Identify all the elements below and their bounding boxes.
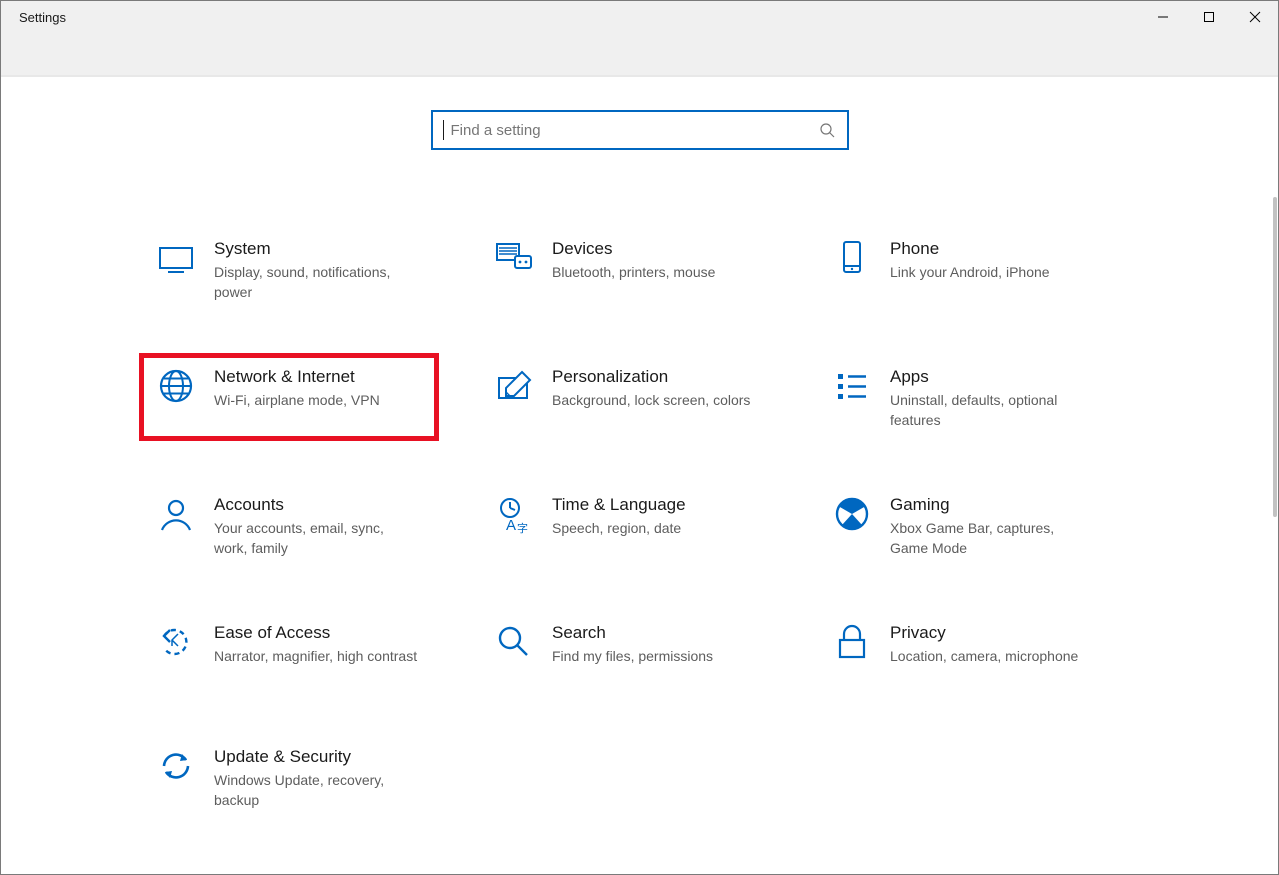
time-icon [492, 492, 536, 536]
tile-title: Apps [890, 366, 1095, 388]
window-controls [1140, 1, 1278, 33]
tile-desc: Your accounts, email, sync, work, family [214, 518, 419, 558]
tile-desc: Narrator, magnifier, high contrast [214, 646, 417, 666]
tile-desc: Display, sound, notifications, power [214, 262, 419, 302]
tile-desc: Bluetooth, printers, mouse [552, 262, 715, 282]
minimize-button[interactable] [1140, 1, 1186, 33]
tile-devices[interactable]: DevicesBluetooth, printers, mouse [477, 225, 777, 313]
maximize-icon [1203, 11, 1215, 23]
maximize-button[interactable] [1186, 1, 1232, 33]
tile-personalization[interactable]: PersonalizationBackground, lock screen, … [477, 353, 777, 441]
tile-title: Personalization [552, 366, 750, 388]
titlebar: Settings [1, 1, 1278, 77]
search-input[interactable] [449, 111, 817, 149]
tile-title: Update & Security [214, 746, 419, 768]
tile-desc: Link your Android, iPhone [890, 262, 1050, 282]
search-icon[interactable] [817, 122, 837, 138]
devices-icon [492, 236, 536, 280]
phone-icon [830, 236, 874, 280]
gaming-icon [830, 492, 874, 536]
tile-title: Phone [890, 238, 1050, 260]
close-icon [1249, 11, 1261, 23]
apps-icon [830, 364, 874, 408]
tile-title: Time & Language [552, 494, 686, 516]
tile-system[interactable]: SystemDisplay, sound, notifications, pow… [139, 225, 439, 313]
text-caret [443, 120, 444, 140]
tile-title: System [214, 238, 419, 260]
tile-title: Accounts [214, 494, 419, 516]
categories-grid: SystemDisplay, sound, notifications, pow… [139, 225, 1159, 821]
update-icon [154, 744, 198, 788]
tile-update[interactable]: Update & SecurityWindows Update, recover… [139, 733, 439, 821]
tile-phone[interactable]: PhoneLink your Android, iPhone [815, 225, 1115, 313]
minimize-icon [1157, 11, 1169, 23]
content-area: SystemDisplay, sound, notifications, pow… [1, 77, 1278, 874]
settings-window: Settings SystemDisplay, sound, notificat… [0, 0, 1279, 875]
window-title: Settings [19, 10, 66, 25]
search-category-icon [492, 620, 536, 664]
tile-apps[interactable]: AppsUninstall, defaults, optional featur… [815, 353, 1115, 441]
scrollbar[interactable] [1273, 197, 1277, 517]
tile-desc: Find my files, permissions [552, 646, 713, 666]
tile-desc: Speech, region, date [552, 518, 686, 538]
search-box[interactable] [431, 110, 849, 150]
system-icon [154, 236, 198, 280]
tile-desc: Location, camera, microphone [890, 646, 1078, 666]
tile-title: Ease of Access [214, 622, 417, 644]
tile-desc: Xbox Game Bar, captures, Game Mode [890, 518, 1095, 558]
tile-title: Devices [552, 238, 715, 260]
personalization-icon [492, 364, 536, 408]
tile-desc: Uninstall, defaults, optional features [890, 390, 1095, 430]
tile-desc: Windows Update, recovery, backup [214, 770, 419, 810]
accounts-icon [154, 492, 198, 536]
tile-desc: Background, lock screen, colors [552, 390, 750, 410]
close-button[interactable] [1232, 1, 1278, 33]
tile-privacy[interactable]: PrivacyLocation, camera, microphone [815, 609, 1115, 693]
tile-desc: Wi-Fi, airplane mode, VPN [214, 390, 380, 410]
tile-title: Privacy [890, 622, 1078, 644]
tile-title: Network & Internet [214, 366, 380, 388]
ease-icon [154, 620, 198, 664]
tile-accounts[interactable]: AccountsYour accounts, email, sync, work… [139, 481, 439, 569]
tile-title: Gaming [890, 494, 1095, 516]
privacy-icon [830, 620, 874, 664]
network-icon [154, 364, 198, 408]
tile-title: Search [552, 622, 713, 644]
tile-gaming[interactable]: GamingXbox Game Bar, captures, Game Mode [815, 481, 1115, 569]
tile-search[interactable]: SearchFind my files, permissions [477, 609, 777, 693]
tile-ease[interactable]: Ease of AccessNarrator, magnifier, high … [139, 609, 439, 693]
tile-network[interactable]: Network & InternetWi-Fi, airplane mode, … [139, 353, 439, 441]
tile-time[interactable]: Time & LanguageSpeech, region, date [477, 481, 777, 569]
